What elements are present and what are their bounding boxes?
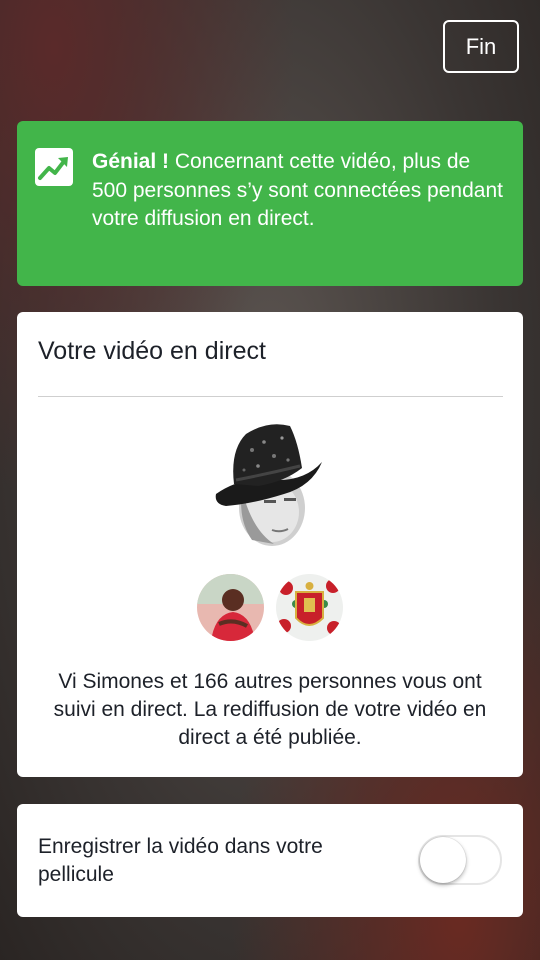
engagement-banner: Génial ! Concernant cette vidéo, plus de… [17,121,523,286]
viewer-photo [276,574,343,641]
viewer-photo [197,574,264,641]
trending-up-icon [35,148,73,186]
live-video-card: Votre vidéo en direct Vi Simones et 166 … [17,312,523,777]
done-button[interactable]: Fin [443,20,519,73]
viewer-avatar[interactable] [197,574,264,641]
save-to-camera-roll-toggle[interactable] [418,835,502,885]
save-video-card: Enregistrer la vidéo dans votre pellicul… [17,804,523,917]
viewer-summary: Vi Simones et 166 autres personnes vous … [53,670,487,749]
card-title: Votre vidéo en direct [38,337,266,365]
toggle-knob[interactable] [420,837,466,883]
banner-message: Génial ! Concernant cette vidéo, plus de… [92,148,503,234]
save-to-camera-roll-label: Enregistrer la vidéo dans votre pellicul… [38,835,323,886]
viewer-avatar[interactable] [276,574,343,641]
broadcaster-avatar [215,424,322,546]
banner-bold-text: Génial ! [92,150,170,173]
divider [38,396,503,397]
